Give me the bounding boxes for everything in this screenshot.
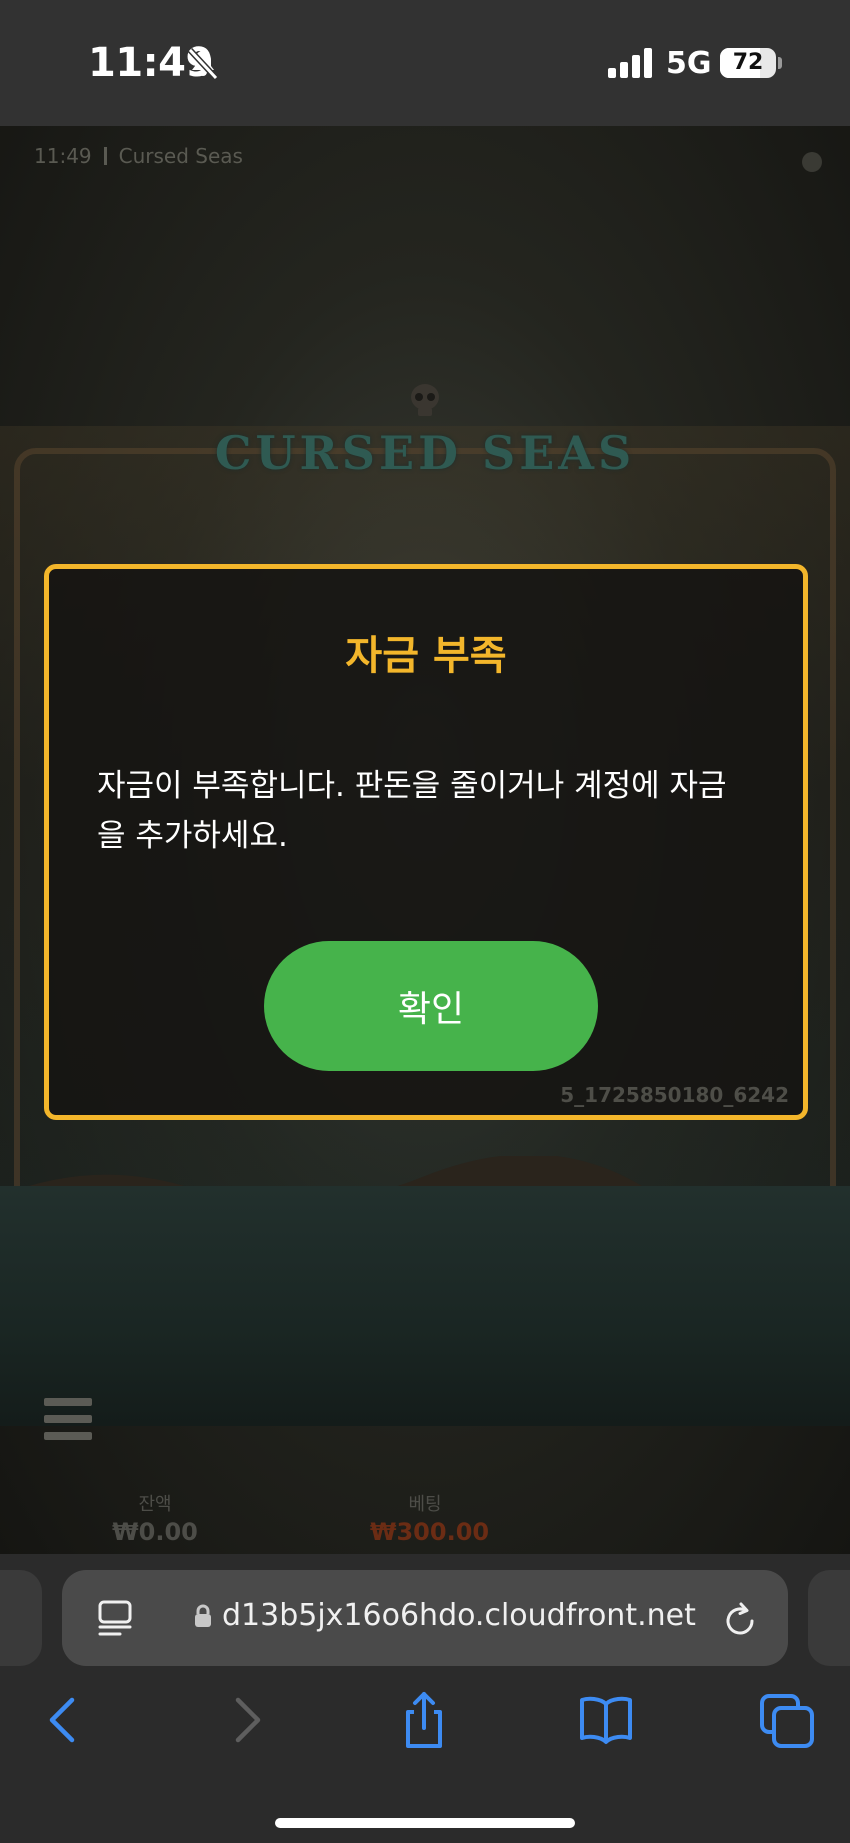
dialog-title: 자금 부족 xyxy=(345,633,507,679)
browser-bar: d13b5jx16o6hdo.cloudfront.net xyxy=(0,1554,850,1843)
bell-slash-icon xyxy=(187,47,219,81)
signal-icon xyxy=(608,48,652,78)
address-bar[interactable]: d13b5jx16o6hdo.cloudfront.net xyxy=(62,1570,788,1666)
back-icon[interactable] xyxy=(34,1690,94,1750)
previous-tab-peek[interactable] xyxy=(0,1570,42,1666)
reload-icon[interactable] xyxy=(722,1600,758,1638)
tabs-icon[interactable] xyxy=(758,1690,818,1750)
battery-icon: 72 xyxy=(720,48,776,78)
balance-display: 잔액 ₩0.00 xyxy=(110,1490,200,1546)
lock-icon xyxy=(195,1604,211,1627)
url-text[interactable]: d13b5jx16o6hdo.cloudfront.net xyxy=(222,1598,696,1633)
topbar-divider xyxy=(103,147,107,165)
next-tab-peek[interactable] xyxy=(808,1570,850,1666)
game-topbar: 11:49 Cursed Seas xyxy=(34,144,243,168)
dialog-message: 자금이 부족합니다. 판돈을 줄이거나 계정에 자금 을 추가하세요. xyxy=(97,761,767,861)
browser-toolbar xyxy=(0,1690,850,1770)
confirm-button[interactable]: 확인 xyxy=(264,941,598,1071)
bet-value: ₩300.00 xyxy=(370,1518,490,1546)
battery-tip xyxy=(778,57,782,69)
insufficient-funds-dialog: 자금 부족 자금이 부족합니다. 판돈을 줄이거나 계정에 자금 을 추가하세요… xyxy=(44,564,808,1120)
game-topbar-title: Cursed Seas xyxy=(118,144,243,168)
balance-label: 잔액 xyxy=(138,1494,172,1515)
forward-icon[interactable] xyxy=(216,1690,276,1750)
bet-label: 베팅 xyxy=(408,1494,442,1515)
home-indicator[interactable] xyxy=(275,1818,575,1828)
game-settings-icon[interactable] xyxy=(802,152,822,172)
bet-display[interactable]: 베팅 ₩300.00 xyxy=(370,1490,490,1546)
share-icon[interactable] xyxy=(394,1690,454,1750)
dialog-message-line1: 자금이 부족합니다. 판돈을 줄이거나 계정에 자금 xyxy=(97,768,727,804)
sea-background xyxy=(0,1186,850,1426)
game-logo: CURSED SEAS xyxy=(214,426,636,480)
balance-value: ₩0.00 xyxy=(112,1518,198,1546)
dialog-message-line2: 을 추가하세요. xyxy=(97,818,288,854)
battery-level: 72 xyxy=(732,50,764,75)
hamburger-menu-icon[interactable] xyxy=(44,1398,92,1440)
network-label: 5G xyxy=(666,46,712,81)
reader-icon[interactable] xyxy=(98,1600,132,1636)
error-code: 5_1725850180_6242 xyxy=(560,1083,789,1107)
bookmarks-icon[interactable] xyxy=(576,1690,636,1750)
game-topbar-time: 11:49 xyxy=(34,144,92,168)
status-bar: 11:49 5G 72 xyxy=(0,0,850,126)
skull-icon xyxy=(411,384,439,416)
